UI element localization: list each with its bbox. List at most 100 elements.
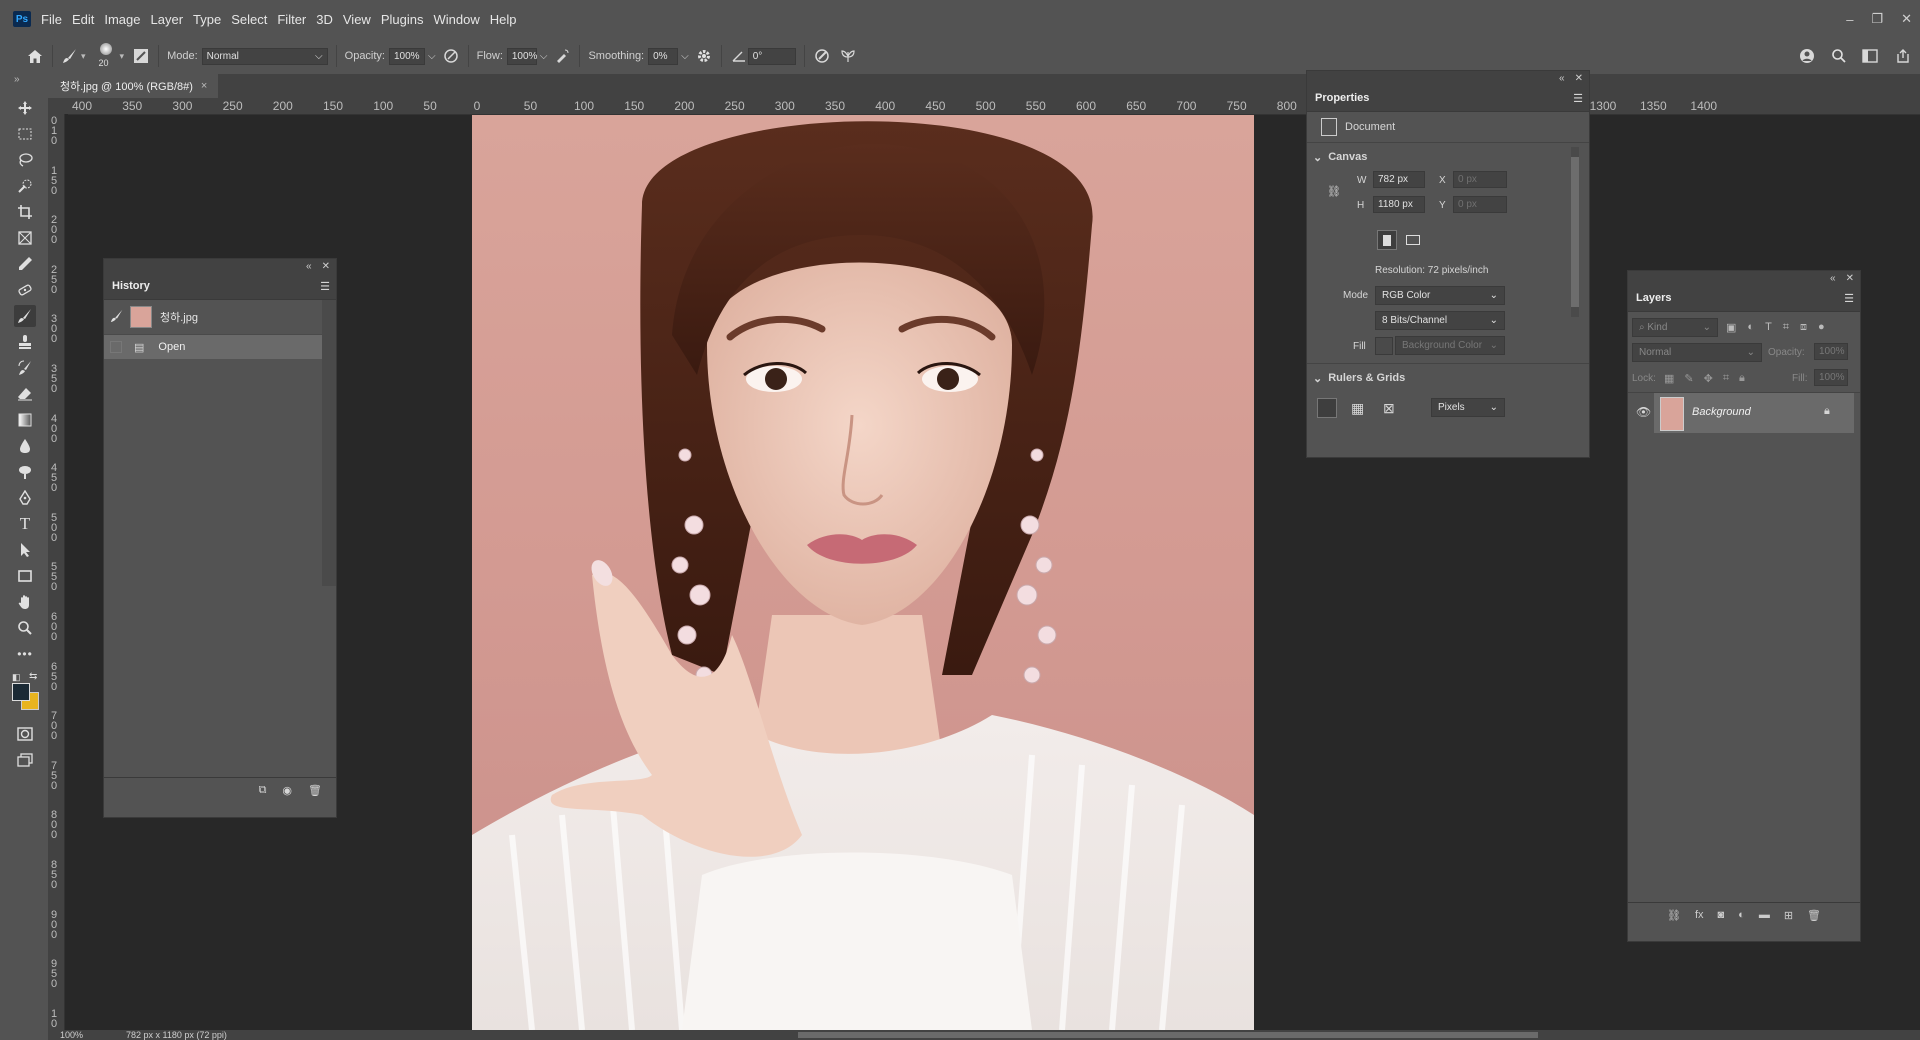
toggle-grid-icon[interactable]: ▦ — [1351, 400, 1364, 417]
hand-tool-icon[interactable] — [14, 591, 36, 613]
brush-tool-preset-icon[interactable] — [61, 47, 79, 65]
lock-artboard-icon[interactable]: ⌗ — [1723, 372, 1729, 385]
menu-help[interactable]: Help — [490, 12, 525, 27]
adjustment-layer-icon[interactable]: ◐ — [1738, 909, 1745, 921]
new-document-from-state-icon[interactable]: ⧉ — [259, 784, 267, 797]
crop-tool-icon[interactable] — [14, 201, 36, 223]
gradient-tool-icon[interactable] — [14, 409, 36, 431]
blur-tool-icon[interactable] — [14, 435, 36, 457]
filter-shape-icon[interactable]: ⌗ — [1783, 321, 1789, 334]
rulers-grids-section-header[interactable]: ⌄ Rulers & Grids — [1313, 372, 1405, 385]
eyedropper-tool-icon[interactable] — [14, 253, 36, 275]
document-image[interactable] — [472, 115, 1254, 1030]
panel-menu-icon[interactable]: ☰ — [320, 280, 330, 293]
document-info[interactable]: 782 px x 1180 px (72 ppi) — [126, 1030, 227, 1040]
share-user-icon[interactable] — [1798, 47, 1816, 65]
lock-position-icon[interactable]: ✥ — [1704, 372, 1713, 385]
toggle-rulers-button[interactable] — [1317, 398, 1337, 418]
new-group-folder-icon[interactable]: ▬ — [1759, 909, 1770, 921]
search-icon[interactable] — [1830, 47, 1848, 65]
minimize-icon[interactable]: – — [1846, 12, 1853, 27]
lock-all-icon[interactable]: 🔒︎ — [1739, 372, 1745, 385]
portrait-orientation-button[interactable] — [1377, 230, 1397, 250]
mode-select[interactable]: Normal ⌵ — [201, 47, 328, 65]
filter-smart-object-icon[interactable]: ⧈ — [1800, 321, 1807, 334]
landscape-orientation-button[interactable] — [1403, 230, 1423, 250]
collapse-panel-icon[interactable]: « — [1559, 73, 1565, 84]
preset-dropdown-icon[interactable]: ▾ — [81, 51, 86, 62]
history-snapshot-row[interactable]: 청하.jpg — [104, 300, 322, 335]
frame-tool-icon[interactable] — [14, 227, 36, 249]
new-snapshot-camera-icon[interactable]: ◉ — [282, 784, 292, 797]
delete-trash-icon[interactable]: 🗑 — [308, 784, 322, 797]
menu-edit[interactable]: Edit — [72, 12, 102, 27]
lock-image-brush-icon[interactable]: ✎ — [1684, 372, 1693, 385]
panel-menu-icon[interactable]: ☰ — [1573, 92, 1583, 105]
lasso-tool-icon[interactable] — [14, 149, 36, 171]
filter-toggle-icon[interactable]: ● — [1818, 321, 1825, 334]
filter-type-icon[interactable]: T — [1765, 321, 1772, 334]
menu-image[interactable]: Image — [104, 12, 148, 27]
layer-visibility-eye-icon[interactable]: 👁︎ — [1636, 405, 1651, 419]
new-layer-icon[interactable]: ⊞ — [1784, 909, 1793, 922]
toggle-guides-icon[interactable]: ⊠ — [1383, 400, 1395, 417]
default-colors-icon[interactable]: ◧ — [12, 672, 21, 683]
quick-selection-tool-icon[interactable] — [14, 175, 36, 197]
marquee-tool-icon[interactable] — [14, 123, 36, 145]
close-window-icon[interactable]: ✕ — [1901, 11, 1912, 27]
link-layers-icon[interactable]: ⛓ — [1667, 909, 1681, 922]
menu-select[interactable]: Select — [231, 12, 275, 27]
collapse-panel-icon[interactable]: « — [306, 261, 312, 272]
document-tab[interactable]: 청하.jpg @ 100% (RGB/8#) × — [48, 74, 218, 98]
home-icon[interactable] — [26, 47, 44, 65]
filter-pixel-icon[interactable]: ▣ — [1726, 321, 1736, 334]
spot-healing-tool-icon[interactable] — [14, 279, 36, 301]
symmetry-butterfly-icon[interactable] — [839, 47, 857, 65]
delete-layer-trash-icon[interactable]: 🗑 — [1807, 909, 1821, 922]
height-input[interactable]: 1180 px — [1373, 196, 1425, 213]
menu-view[interactable]: View — [343, 12, 379, 27]
type-tool-icon[interactable]: T — [14, 513, 36, 535]
workspace-icon[interactable] — [1862, 47, 1880, 65]
brush-settings-panel-icon[interactable] — [132, 47, 150, 65]
layer-style-fx-icon[interactable]: fx — [1695, 909, 1704, 921]
menu-window[interactable]: Window — [433, 12, 487, 27]
brush-tool-icon[interactable] — [14, 305, 36, 327]
close-panel-icon[interactable]: ✕ — [1575, 73, 1583, 84]
history-source-checkbox[interactable] — [110, 341, 122, 353]
pen-tool-icon[interactable] — [14, 487, 36, 509]
foreground-color-swatch[interactable] — [12, 683, 30, 701]
history-step-open[interactable]: ▤ Open — [104, 335, 322, 359]
brush-picker-dropdown-icon[interactable]: ▾ — [120, 51, 125, 62]
restore-icon[interactable]: ❐ — [1871, 11, 1883, 27]
smoothing-options-gear-icon[interactable] — [695, 47, 713, 65]
menu-plugins[interactable]: Plugins — [381, 12, 432, 27]
quick-mask-icon[interactable] — [14, 723, 36, 745]
dodge-tool-icon[interactable] — [14, 461, 36, 483]
menu-3d[interactable]: 3D — [316, 12, 341, 27]
menu-file[interactable]: File — [41, 12, 70, 27]
zoom-tool-icon[interactable] — [14, 617, 36, 639]
properties-scrollbar[interactable] — [1571, 147, 1579, 317]
move-tool-icon[interactable] — [14, 97, 36, 119]
swap-colors-icon[interactable]: ⇆ — [29, 671, 37, 682]
menu-layer[interactable]: Layer — [151, 12, 192, 27]
smoothing-dropdown-icon[interactable]: ⌵ — [681, 51, 689, 62]
screen-mode-icon[interactable] — [14, 749, 36, 771]
pressure-size-icon[interactable] — [813, 47, 831, 65]
share-export-icon[interactable] — [1894, 47, 1912, 65]
eraser-tool-icon[interactable] — [14, 383, 36, 405]
angle-input[interactable]: 0° — [747, 47, 796, 65]
close-panel-icon[interactable]: ✕ — [1846, 273, 1854, 284]
history-brush-tool-icon[interactable] — [14, 357, 36, 379]
layer-filter-select[interactable]: ⌕ Kind ⌄ — [1632, 318, 1718, 337]
pressure-opacity-icon[interactable] — [442, 47, 460, 65]
color-mode-select[interactable]: RGB Color ⌄ — [1375, 286, 1505, 305]
flow-dropdown-icon[interactable]: ⌵ — [540, 51, 548, 62]
add-mask-icon[interactable]: ◙ — [1718, 909, 1725, 921]
clone-stamp-tool-icon[interactable] — [14, 331, 36, 353]
layer-row-background[interactable]: 👁︎ Background 🔒︎ — [1628, 393, 1860, 433]
lock-transparent-icon[interactable]: ▦ — [1664, 372, 1674, 385]
airbrush-icon[interactable] — [553, 47, 571, 65]
menu-filter[interactable]: Filter — [277, 12, 314, 27]
